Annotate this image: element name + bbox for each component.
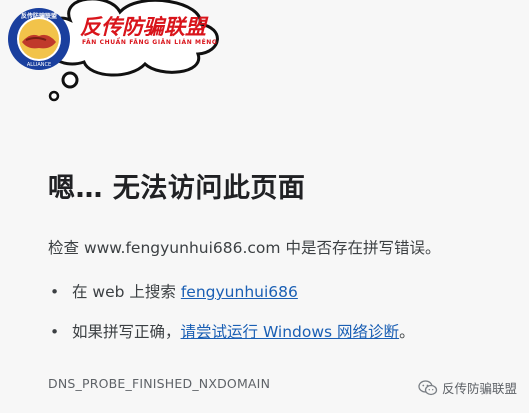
suggestion-list: • 在 web 上搜索 fengyunhui686 • 如果拼写正确，请尝试运行…: [48, 281, 415, 361]
search-web-link[interactable]: fengyunhui686: [181, 283, 298, 301]
logo-subtitle: FĂN CHUẨN FĀNG GIĀN LIÁN MÉNG: [82, 39, 218, 46]
check-prefix: 检查: [48, 239, 84, 257]
watermark: 反传防骗联盟: [418, 378, 517, 397]
check-spelling-text: 检查 www.fengyunhui686.com 中是否存在拼写错误。: [48, 236, 440, 258]
emblem-ring-text-bottom: ALLIANCE: [27, 62, 51, 68]
logo-area: 反传防骗联盟 ALLIANCE 反传防骗联盟 FĂN CHUẨN FĀNG GI…: [0, 0, 300, 110]
wechat-icon: [418, 379, 438, 395]
bullet: •: [50, 323, 60, 341]
suggestion-prefix: 如果拼写正确，: [72, 323, 181, 341]
emblem-ring-text: 反传防骗联盟: [21, 12, 57, 20]
alliance-emblem-icon: 反传防骗联盟 ALLIANCE: [8, 8, 70, 70]
bullet: •: [50, 283, 60, 301]
watermark-label: 反传防骗联盟: [441, 381, 517, 396]
logo-title: 反传防骗联盟: [80, 15, 206, 39]
page-title: 嗯… 无法访问此页面: [48, 173, 306, 204]
check-suffix: 中是否存在拼写错误。: [280, 239, 441, 257]
suggestion-search: • 在 web 上搜索 fengyunhui686: [48, 281, 415, 321]
error-code: DNS_PROBE_FINISHED_NXDOMAIN: [48, 376, 271, 391]
suggestion-diagnostics: • 如果拼写正确，请尝试运行 Windows 网络诊断。: [48, 321, 415, 361]
network-diagnostics-link[interactable]: 请尝试运行 Windows 网络诊断: [181, 323, 400, 341]
suggestion-prefix: 在 web 上搜索: [72, 283, 181, 301]
suggestion-suffix: 。: [399, 323, 415, 341]
check-domain: www.fengyunhui686.com: [83, 239, 281, 257]
